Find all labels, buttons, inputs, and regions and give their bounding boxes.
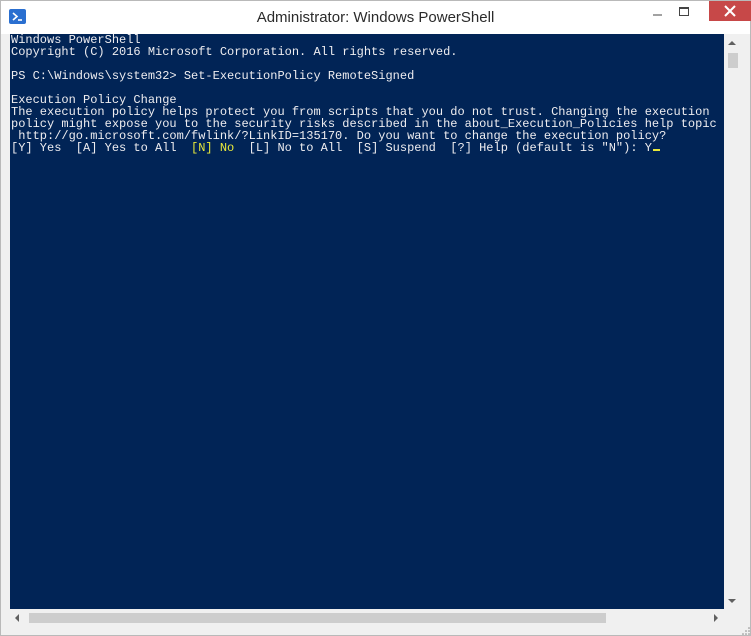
prompt-options: [Y] Yes [A] Yes to All <box>11 141 192 155</box>
scroll-left-icon[interactable] <box>15 614 19 622</box>
console-output[interactable]: Windows PowerShell Copyright (C) 2016 Mi… <box>10 34 724 609</box>
minimize-icon <box>653 14 662 16</box>
default-option: [N] No <box>191 141 235 155</box>
close-button[interactable] <box>709 1 751 21</box>
close-icon <box>724 5 736 17</box>
window-title: Administrator: Windows PowerShell <box>256 9 495 26</box>
console-line: Copyright (C) 2016 Microsoft Corporation… <box>11 45 458 59</box>
maximize-button[interactable] <box>671 1 698 23</box>
title-bar[interactable]: Administrator: Windows PowerShell <box>1 1 751 34</box>
text-cursor <box>652 149 660 151</box>
scroll-up-icon[interactable] <box>728 41 736 45</box>
prompt-input[interactable]: Y <box>645 141 652 155</box>
choice-prompt[interactable]: [Y] Yes [A] Yes to All [N] No [L] No to … <box>11 142 660 154</box>
command-line: PS C:\Windows\system32> Set-ExecutionPol… <box>11 69 415 83</box>
vertical-scrollbar[interactable] <box>724 34 741 609</box>
prompt-help: [L] No to All [S] Suspend [?] Help (defa… <box>234 141 645 155</box>
horizontal-scroll-thumb[interactable] <box>29 613 606 623</box>
powershell-window: Administrator: Windows PowerShell Window… <box>0 0 751 636</box>
scroll-down-icon[interactable] <box>728 599 736 603</box>
minimize-button[interactable] <box>644 1 671 23</box>
resize-grip-icon[interactable] <box>741 626 751 636</box>
vertical-scroll-thumb[interactable] <box>728 53 738 68</box>
scroll-right-icon[interactable] <box>714 614 718 622</box>
powershell-icon[interactable] <box>9 9 26 24</box>
maximize-icon <box>679 7 689 16</box>
